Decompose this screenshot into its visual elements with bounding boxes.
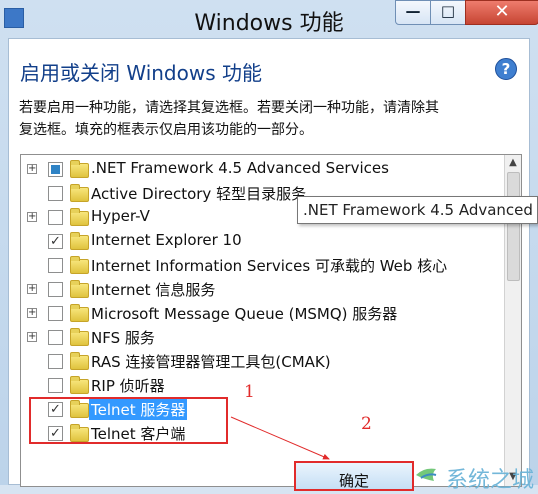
ok-button-label: 确定 [338,472,369,490]
feature-checkbox[interactable] [48,330,63,345]
folder-icon [70,232,89,250]
feature-label: RIP 侦听器 [91,377,165,395]
feature-row[interactable]: + Internet 信息服务 [21,278,499,302]
folder-icon [70,304,89,322]
feature-label: RAS 连接管理器管理工具包(CMAK) [91,353,331,371]
maximize-button[interactable]: □ [430,0,466,25]
feature-row[interactable]: + .NET Framework 4.5 Advanced Services [21,158,499,182]
close-icon: ✕ [494,1,510,22]
feature-label: NFS 服务 [91,329,155,347]
ok-button[interactable]: 确定 [294,461,414,491]
feature-tooltip: .NET Framework 4.5 Advanced [297,196,538,224]
feature-row[interactable]: ✓ Internet Explorer 10 [21,230,499,254]
instruction-line-2: 复选框。填充的框表示仅启用该功能的一部分。 [19,122,313,138]
feature-row[interactable]: + Microsoft Message Queue (MSMQ) 服务器 [21,302,499,326]
feature-label: Hyper-V [91,207,150,225]
watermark-logo [416,468,437,481]
feature-label: Internet Explorer 10 [91,231,242,249]
feature-label: .NET Framework 4.5 Advanced Services [91,159,389,177]
scroll-thumb[interactable] [507,172,520,281]
expand-icon[interactable]: + [27,284,37,294]
feature-checkbox[interactable] [48,210,63,225]
folder-icon [70,256,89,274]
feature-checkbox[interactable] [48,306,63,321]
feature-label: Microsoft Message Queue (MSMQ) 服务器 [91,305,398,323]
feature-checkbox[interactable] [48,354,63,369]
instructions: 若要启用一种功能，请选择其复选框。若要关闭一种功能，请清除其 复选框。填充的框表… [19,97,524,141]
folder-icon [70,328,89,346]
expand-icon[interactable]: + [27,164,37,174]
maximize-icon: □ [440,2,456,20]
annotation-number-1: 1 [244,382,255,402]
feature-checkbox[interactable] [48,378,63,393]
feature-checkbox[interactable] [48,162,63,177]
page-title: 启用或关闭 Windows 功能 [20,61,262,85]
windows-features-dialog: Windows 功能 — □ ✕ 启用或关闭 Windows 功能 ? 若要启用… [0,0,538,493]
title-bar: Windows 功能 — □ ✕ [0,0,538,37]
scroll-up-icon[interactable]: ▲ [505,155,521,172]
expand-icon[interactable]: + [27,308,37,318]
watermark: 系统之城 [446,468,535,493]
folder-icon [70,280,89,298]
folder-icon [70,208,89,226]
feature-label: Internet 信息服务 [91,281,216,299]
folder-icon [70,160,89,178]
feature-label: Internet Information Services 可承载的 Web 核… [91,257,448,275]
minimize-button[interactable]: — [395,0,431,25]
folder-icon [70,376,89,394]
close-button[interactable]: ✕ [465,0,538,25]
feature-row[interactable]: RAS 连接管理器管理工具包(CMAK) [21,350,499,374]
telnet-highlight-box [29,397,228,444]
feature-checkbox[interactable] [48,186,63,201]
expand-icon[interactable]: + [27,332,37,342]
feature-checkbox[interactable] [48,282,63,297]
help-icon[interactable]: ? [495,58,517,80]
folder-icon [70,184,89,202]
folder-icon [70,352,89,370]
feature-row[interactable]: Internet Information Services 可承载的 Web 核… [21,254,499,278]
feature-label: Active Directory 轻型目录服务 [91,185,307,203]
annotation-number-2: 2 [361,414,372,434]
expand-icon[interactable]: + [27,212,37,222]
feature-row[interactable]: RIP 侦听器 [21,374,499,398]
minimize-icon: — [405,2,421,20]
feature-row[interactable]: + NFS 服务 [21,326,499,350]
instruction-line-1: 若要启用一种功能，请选择其复选框。若要关闭一种功能，请清除其 [19,100,439,116]
feature-checkbox[interactable]: ✓ [48,234,63,249]
feature-checkbox[interactable] [48,258,63,273]
